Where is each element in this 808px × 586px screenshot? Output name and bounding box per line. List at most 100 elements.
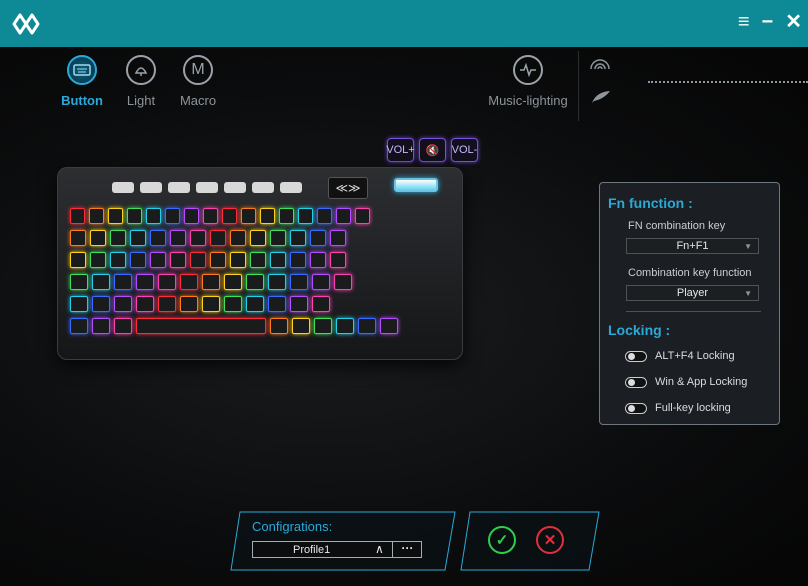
nav-button-label[interactable]: Button	[61, 93, 103, 108]
signal-icon[interactable]	[589, 55, 611, 71]
keyboard-key[interactable]	[312, 296, 330, 312]
more-options-button[interactable]: ···	[392, 541, 422, 558]
keyboard-key[interactable]	[210, 252, 226, 268]
keyboard-key[interactable]	[150, 252, 166, 268]
keyboard-key[interactable]	[330, 230, 346, 246]
cancel-button[interactable]: ✕	[536, 526, 564, 554]
keyboard-key[interactable]	[290, 252, 306, 268]
kb-top-key[interactable]	[280, 182, 302, 193]
keyboard-icon[interactable]	[67, 55, 97, 85]
nav-light[interactable]: Light	[111, 55, 171, 108]
keyboard-key[interactable]	[180, 274, 198, 290]
menu-icon[interactable]: ≡	[738, 12, 750, 32]
keyboard-key[interactable]	[110, 252, 126, 268]
profile-select[interactable]: Profile1 ∧ ···	[252, 541, 422, 558]
keyboard-key[interactable]	[170, 230, 186, 246]
mute-icon[interactable]: 🔇	[419, 138, 446, 162]
keyboard-key[interactable]	[70, 274, 88, 290]
keyboard-key[interactable]	[250, 230, 266, 246]
keyboard-key[interactable]	[70, 230, 86, 246]
keyboard-key[interactable]	[241, 208, 256, 224]
keyboard-key[interactable]	[224, 296, 242, 312]
kb-top-key[interactable]	[140, 182, 162, 193]
keyboard-key[interactable]	[70, 208, 85, 224]
keyboard-key[interactable]	[136, 274, 154, 290]
kb-top-key[interactable]	[252, 182, 274, 193]
volume-up-icon[interactable]: VOL+	[386, 138, 415, 162]
keyboard-key[interactable]	[355, 208, 370, 224]
nav-music-label[interactable]: Music-lighting	[488, 93, 567, 108]
keyboard-key[interactable]	[270, 252, 286, 268]
keyboard-key[interactable]	[250, 252, 266, 268]
volume-down-icon[interactable]: VOL-	[451, 138, 478, 162]
fn-function-select[interactable]: Player ▼	[626, 285, 759, 301]
keyboard-key[interactable]	[130, 252, 146, 268]
keyboard-key[interactable]	[334, 274, 352, 290]
keyboard-key[interactable]	[336, 208, 351, 224]
keyboard-key[interactable]	[290, 230, 306, 246]
toggle-switch[interactable]	[625, 376, 647, 388]
lock-row-win-app[interactable]: Win & App Locking	[625, 376, 747, 388]
nav-button[interactable]: Button	[52, 55, 112, 108]
keyboard-key[interactable]	[184, 208, 199, 224]
keyboard-key[interactable]	[114, 274, 132, 290]
keyboard-key[interactable]	[146, 208, 161, 224]
keyboard-key[interactable]	[290, 296, 308, 312]
keyboard-key[interactable]	[170, 252, 186, 268]
keyboard-key[interactable]	[130, 230, 146, 246]
keyboard-key[interactable]	[270, 318, 288, 334]
keyboard-key[interactable]	[108, 208, 123, 224]
waveform-icon[interactable]	[513, 55, 543, 85]
keyboard-key[interactable]	[246, 296, 264, 312]
keyboard-key[interactable]	[224, 274, 242, 290]
keyboard-key[interactable]	[330, 252, 346, 268]
keyboard-key[interactable]	[292, 318, 310, 334]
toggle-switch[interactable]	[625, 350, 647, 362]
lock-row-full-key[interactable]: Full-key locking	[625, 402, 731, 414]
keyboard-key[interactable]	[317, 208, 332, 224]
keyboard-key[interactable]	[92, 318, 110, 334]
keyboard-key[interactable]	[136, 296, 154, 312]
keyboard-key[interactable]	[190, 252, 206, 268]
keyboard-key[interactable]	[202, 274, 220, 290]
keyboard-key[interactable]	[380, 318, 398, 334]
keyboard-key[interactable]	[298, 208, 313, 224]
feather-icon[interactable]	[590, 89, 612, 105]
keyboard-key[interactable]	[92, 296, 110, 312]
confirm-button[interactable]: ✓	[488, 526, 516, 554]
keyboard-key[interactable]	[270, 230, 286, 246]
keyboard-key[interactable]	[114, 296, 132, 312]
keyboard-key[interactable]	[70, 252, 86, 268]
macro-icon[interactable]: M	[183, 55, 213, 85]
kb-top-key[interactable]	[196, 182, 218, 193]
keyboard-key[interactable]	[268, 296, 286, 312]
keyboard-key[interactable]	[268, 274, 286, 290]
lock-row-alt-f4[interactable]: ALT+F4 Locking	[625, 350, 735, 362]
keyboard-key[interactable]	[158, 274, 176, 290]
keyboard-key[interactable]	[312, 274, 330, 290]
nav-music-lighting[interactable]: Music-lighting	[488, 55, 568, 108]
keyboard-key[interactable]	[150, 230, 166, 246]
toggle-switch[interactable]	[625, 402, 647, 414]
keyboard-key[interactable]	[70, 296, 88, 312]
keyboard-key[interactable]	[246, 274, 264, 290]
keyboard-key[interactable]	[310, 252, 326, 268]
keyboard-key[interactable]	[336, 318, 354, 334]
keyboard-key[interactable]	[127, 208, 142, 224]
nav-light-label[interactable]: Light	[127, 93, 155, 108]
keyboard-key[interactable]	[165, 208, 180, 224]
keyboard-key[interactable]	[92, 274, 110, 290]
lamp-icon[interactable]	[126, 55, 156, 85]
keyboard-key[interactable]	[70, 318, 88, 334]
keyboard-key[interactable]	[358, 318, 376, 334]
keyboard-key[interactable]	[260, 208, 275, 224]
keyboard-key[interactable]	[190, 230, 206, 246]
keyboard-key[interactable]	[89, 208, 104, 224]
keyboard-key[interactable]	[114, 318, 132, 334]
kb-top-key[interactable]	[112, 182, 134, 193]
keyboard-key[interactable]	[158, 296, 176, 312]
volume-wheel[interactable]	[394, 178, 438, 192]
keyboard-key[interactable]	[136, 318, 266, 334]
minimize-button[interactable]: −	[762, 12, 774, 32]
keyboard-key[interactable]	[110, 230, 126, 246]
